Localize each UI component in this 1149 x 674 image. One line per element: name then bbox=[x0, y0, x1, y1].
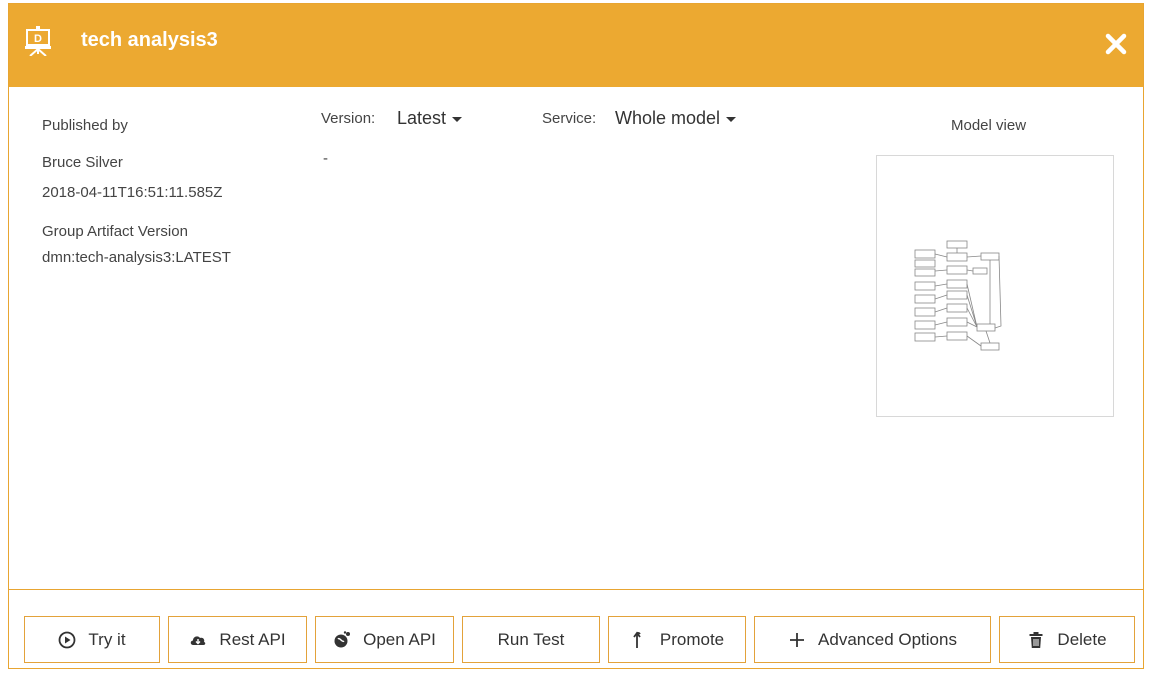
publish-timestamp: 2018-04-11T16:51:11.585Z bbox=[42, 184, 223, 201]
play-circle-icon bbox=[59, 631, 76, 648]
advanced-options-button[interactable]: Advanced Options bbox=[754, 616, 991, 663]
gav-value: dmn:tech-analysis3:LATEST bbox=[42, 249, 231, 266]
svg-text:D: D bbox=[34, 33, 42, 45]
version-dropdown[interactable]: Latest bbox=[397, 108, 463, 129]
service-label: Service: bbox=[542, 110, 597, 127]
dmn-presentation-icon: D bbox=[25, 26, 51, 56]
dialog-title: tech analysis3 bbox=[81, 29, 218, 51]
run-test-label: Run Test bbox=[497, 629, 565, 649]
delete-button[interactable]: Delete bbox=[999, 616, 1135, 663]
open-api-label: Open API bbox=[363, 629, 436, 649]
publisher-name: Bruce Silver bbox=[42, 154, 123, 171]
run-test-button[interactable]: Run Test bbox=[462, 616, 600, 663]
delete-label: Delete bbox=[1057, 629, 1107, 649]
dmn-model-diagram bbox=[914, 240, 1002, 351]
footer-divider bbox=[9, 589, 1143, 590]
cloud-download-icon bbox=[191, 635, 206, 645]
service-selected: Whole model bbox=[615, 108, 721, 128]
version-label: Version: bbox=[321, 110, 376, 127]
version-value: - bbox=[323, 150, 328, 167]
advanced-options-label: Advanced Options bbox=[818, 629, 957, 649]
rest-api-button[interactable]: Rest API bbox=[168, 616, 307, 663]
chevron-down-icon bbox=[452, 116, 463, 122]
trash-icon bbox=[1029, 631, 1043, 648]
model-view-thumbnail[interactable] bbox=[876, 155, 1114, 417]
service-dialog: D tech analysis3 Published by Bruce Silv… bbox=[8, 3, 1144, 669]
chevron-down-icon bbox=[726, 116, 737, 122]
plus-icon bbox=[790, 632, 805, 647]
promote-label: Promote bbox=[659, 629, 725, 649]
published-by-label: Published by bbox=[42, 117, 128, 134]
model-view-label: Model view bbox=[951, 117, 1027, 134]
gav-label: Group Artifact Version bbox=[42, 223, 188, 240]
try-it-label: Try it bbox=[88, 629, 126, 649]
rest-api-label: Rest API bbox=[219, 629, 286, 649]
try-it-button[interactable]: Try it bbox=[24, 616, 160, 663]
swagger-icon bbox=[334, 630, 351, 647]
close-icon[interactable] bbox=[1103, 31, 1129, 57]
dialog-titlebar: D tech analysis3 bbox=[9, 4, 1143, 87]
open-api-button[interactable]: Open API bbox=[315, 616, 454, 663]
promote-button[interactable]: Promote bbox=[608, 616, 746, 663]
service-dropdown[interactable]: Whole model bbox=[615, 108, 737, 129]
promote-arrow-icon bbox=[633, 631, 641, 648]
version-selected: Latest bbox=[397, 108, 447, 128]
